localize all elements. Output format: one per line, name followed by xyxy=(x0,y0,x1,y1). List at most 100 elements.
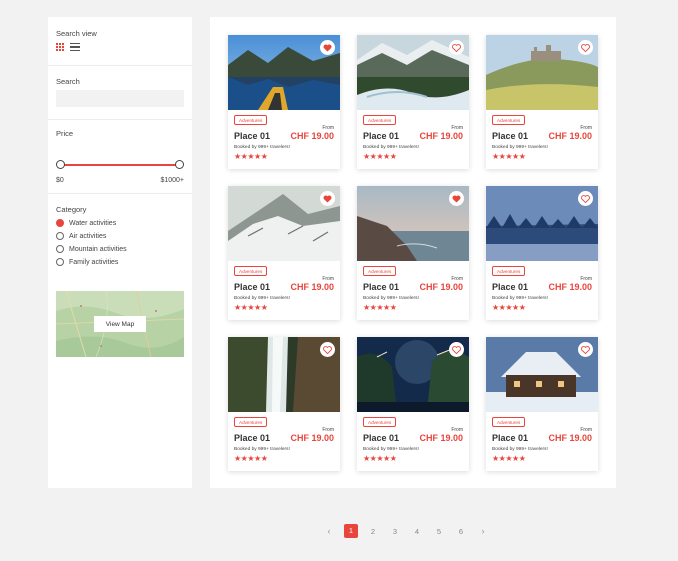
heart-outline-icon xyxy=(581,43,590,52)
grid-view-icon[interactable] xyxy=(56,43,65,51)
radio-button[interactable] xyxy=(56,219,64,227)
page-button-5[interactable]: 5 xyxy=(428,527,450,536)
category-option-label: Water activities xyxy=(69,219,117,227)
heart-outline-icon xyxy=(452,43,461,52)
heart-filled-icon xyxy=(323,195,332,203)
heart-filled-icon xyxy=(452,195,461,203)
activity-card[interactable]: Adventures From Place 01 CHF 19.00 Booke… xyxy=(228,35,340,169)
filter-sidebar: Search view Search Price $0 $1000+ Categ… xyxy=(48,17,192,488)
card-price: CHF 19.00 xyxy=(290,433,334,443)
category-option-air[interactable]: Air activities xyxy=(56,232,106,240)
activity-card[interactable]: Adventures From Place 01 CHF 19.00 Booke… xyxy=(228,337,340,471)
price-max-label: $1000+ xyxy=(160,177,184,184)
card-price: CHF 19.00 xyxy=(548,282,592,292)
price-label: Price xyxy=(56,129,74,138)
rating-stars: ★★★★★ xyxy=(234,152,268,161)
activity-card[interactable]: Adventures From Place 01 CHF 19.00 Booke… xyxy=(357,186,469,320)
favorite-button[interactable] xyxy=(320,40,335,55)
list-view-icon[interactable] xyxy=(70,43,80,51)
category-option-water[interactable]: Water activities xyxy=(56,219,116,227)
activity-card[interactable]: Adventures From Place 01 CHF 19.00 Booke… xyxy=(357,337,469,471)
heart-filled-icon xyxy=(323,44,332,52)
category-badge: Adventures xyxy=(492,115,526,125)
card-title: Place 01 xyxy=(234,282,271,292)
category-badge: Adventures xyxy=(234,266,268,276)
heart-outline-icon xyxy=(452,345,461,354)
favorite-button[interactable] xyxy=(320,191,335,206)
booked-count: Booked by 999+ travelers! xyxy=(492,145,548,150)
favorite-button[interactable] xyxy=(449,40,464,55)
search-label: Search xyxy=(56,77,80,86)
card-title: Place 01 xyxy=(234,131,271,141)
page-button-6[interactable]: 6 xyxy=(450,527,472,536)
page-button-1[interactable]: 1 xyxy=(344,524,358,538)
category-badge: Adventures xyxy=(363,266,397,276)
rating-stars: ★★★★★ xyxy=(234,303,268,312)
radio-button[interactable] xyxy=(56,232,64,240)
page-button-2[interactable]: 2 xyxy=(362,527,384,536)
view-toggle xyxy=(56,43,80,51)
activity-card[interactable]: Adventures From Place 01 CHF 19.00 Booke… xyxy=(486,35,598,169)
activity-card[interactable]: Adventures From Place 01 CHF 19.00 Booke… xyxy=(486,337,598,471)
prev-page-button[interactable]: ‹ xyxy=(318,526,340,536)
favorite-button[interactable] xyxy=(449,342,464,357)
card-title: Place 01 xyxy=(492,282,529,292)
category-label: Category xyxy=(56,205,87,214)
price-slider-max-handle[interactable] xyxy=(175,160,184,169)
divider xyxy=(48,65,192,66)
radio-button[interactable] xyxy=(56,258,64,266)
favorite-button[interactable] xyxy=(320,342,335,357)
radio-button[interactable] xyxy=(56,245,64,253)
price-slider-track[interactable] xyxy=(60,164,180,166)
results-panel: Adventures From Place 01 CHF 19.00 Booke… xyxy=(210,17,616,488)
favorite-button[interactable] xyxy=(578,342,593,357)
search-input[interactable] xyxy=(56,90,184,107)
page-button-4[interactable]: 4 xyxy=(406,527,428,536)
card-price: CHF 19.00 xyxy=(290,282,334,292)
booked-count: Booked by 999+ travelers! xyxy=(234,296,290,301)
category-badge: Adventures xyxy=(234,115,268,125)
booked-count: Booked by 999+ travelers! xyxy=(363,447,419,452)
card-price: CHF 19.00 xyxy=(419,433,463,443)
card-title: Place 01 xyxy=(234,433,271,443)
category-option-family[interactable]: Family activities xyxy=(56,258,118,266)
category-option-label: Mountain activities xyxy=(69,245,127,253)
card-title: Place 01 xyxy=(492,433,529,443)
category-badge: Adventures xyxy=(492,417,526,427)
rating-stars: ★★★★★ xyxy=(492,303,526,312)
booked-count: Booked by 999+ travelers! xyxy=(492,296,548,301)
pagination: ‹ 1 2 3 4 5 6 › xyxy=(318,524,494,538)
card-title: Place 01 xyxy=(363,282,400,292)
heart-outline-icon xyxy=(581,345,590,354)
favorite-button[interactable] xyxy=(578,191,593,206)
activity-card[interactable]: Adventures From Place 01 CHF 19.00 Booke… xyxy=(357,35,469,169)
divider xyxy=(48,193,192,194)
price-min-label: $0 xyxy=(56,177,64,184)
page-button-3[interactable]: 3 xyxy=(384,527,406,536)
rating-stars: ★★★★★ xyxy=(363,152,397,161)
next-page-button[interactable]: › xyxy=(472,526,494,536)
card-title: Place 01 xyxy=(492,131,529,141)
category-option-mountain[interactable]: Mountain activities xyxy=(56,245,127,253)
rating-stars: ★★★★★ xyxy=(492,152,526,161)
rating-stars: ★★★★★ xyxy=(234,454,268,463)
map-preview: View Map xyxy=(56,291,184,357)
booked-count: Booked by 999+ travelers! xyxy=(363,145,419,150)
view-map-button[interactable]: View Map xyxy=(94,316,146,332)
category-badge: Adventures xyxy=(234,417,268,427)
activity-card[interactable]: Adventures From Place 01 CHF 19.00 Booke… xyxy=(228,186,340,320)
booked-count: Booked by 999+ travelers! xyxy=(234,145,290,150)
rating-stars: ★★★★★ xyxy=(363,303,397,312)
activity-card[interactable]: Adventures From Place 01 CHF 19.00 Booke… xyxy=(486,186,598,320)
card-price: CHF 19.00 xyxy=(290,131,334,141)
card-price: CHF 19.00 xyxy=(419,131,463,141)
booked-count: Booked by 999+ travelers! xyxy=(363,296,419,301)
rating-stars: ★★★★★ xyxy=(492,454,526,463)
booked-count: Booked by 999+ travelers! xyxy=(492,447,548,452)
search-view-label: Search view xyxy=(56,29,97,38)
favorite-button[interactable] xyxy=(578,40,593,55)
category-option-label: Air activities xyxy=(69,232,107,240)
divider xyxy=(48,119,192,120)
price-slider-min-handle[interactable] xyxy=(56,160,65,169)
favorite-button[interactable] xyxy=(449,191,464,206)
